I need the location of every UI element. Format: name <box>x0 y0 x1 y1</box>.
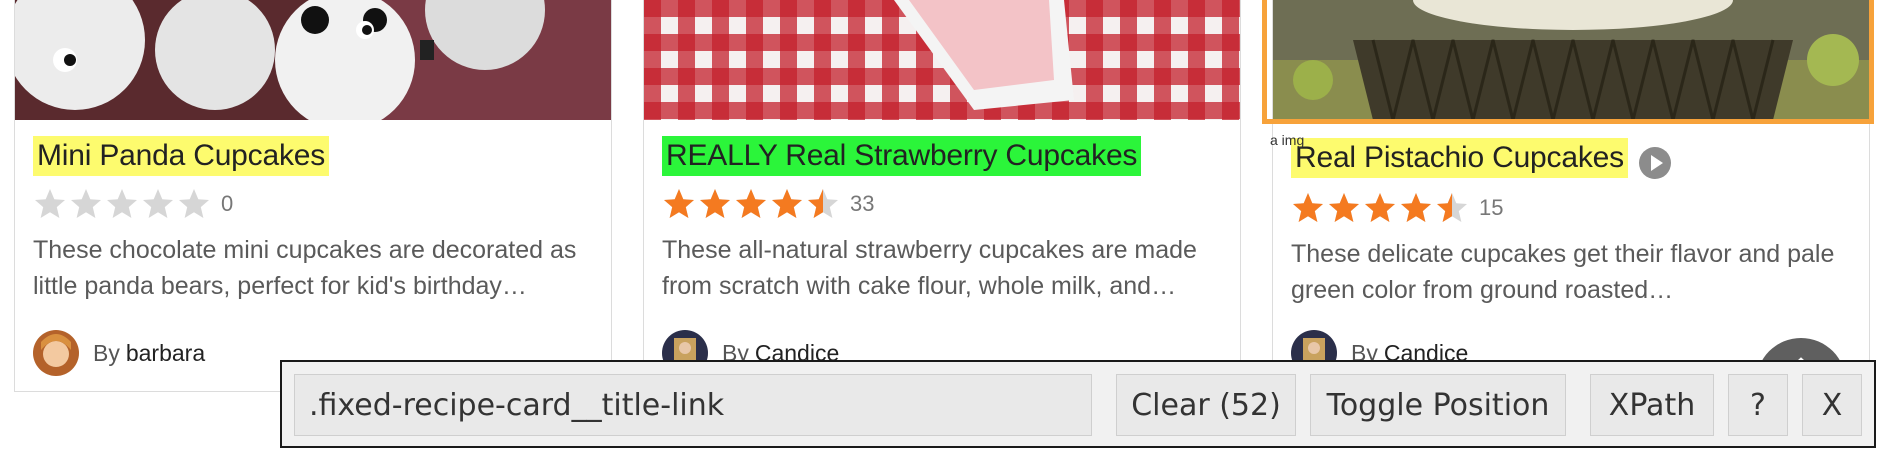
star-filled-icon <box>700 189 730 218</box>
star-empty-icon <box>143 189 173 218</box>
toggle-position-button[interactable]: Toggle Position <box>1310 374 1566 436</box>
star-filled-icon <box>736 189 766 218</box>
star-empty-icon <box>107 189 137 218</box>
star-rating: 33 <box>662 187 874 221</box>
recipe-description: These all-natural strawberry cupcakes ar… <box>662 236 1197 300</box>
panda-cupcakes-image[interactable] <box>15 0 611 120</box>
star-empty-icon <box>35 189 65 218</box>
avatar[interactable] <box>33 330 79 376</box>
rating-count: 15 <box>1479 195 1504 220</box>
close-button[interactable]: X <box>1802 374 1862 436</box>
star-filled-icon <box>1293 193 1323 222</box>
star-half-icon <box>1437 193 1467 222</box>
author-link[interactable]: barbara <box>126 340 205 367</box>
star-filled-icon <box>664 189 694 218</box>
recipe-description: These delicate cupcakes get their flavor… <box>1291 240 1835 304</box>
play-video-icon[interactable] <box>1638 146 1672 180</box>
star-rating: 0 <box>33 187 233 221</box>
recipe-title-link[interactable]: Mini Panda Cupcakes <box>33 136 330 176</box>
css-selector-input[interactable] <box>294 374 1092 436</box>
rating-stars <box>1291 191 1471 225</box>
xpath-button[interactable]: XPath <box>1590 374 1714 436</box>
rating-count: 33 <box>850 191 875 216</box>
pistachio-cupcakes-image[interactable] <box>1273 0 1869 120</box>
star-empty-icon <box>71 189 101 218</box>
recipe-author: By barbara <box>33 330 205 376</box>
star-filled-icon <box>772 189 802 218</box>
by-label: By <box>93 339 120 366</box>
star-filled-icon <box>1329 193 1359 222</box>
star-rating: 15 <box>1291 191 1503 225</box>
clear-button[interactable]: Clear (52) <box>1116 374 1296 436</box>
rating-stars <box>662 187 842 221</box>
selector-toolbar: Clear (52) Toggle Position XPath ? X <box>280 360 1876 448</box>
recipe-card: Real Pistachio Cupcakes 15 These delicat… <box>1272 0 1870 392</box>
recipe-title-link[interactable]: Real Pistachio Cupcakes <box>1291 138 1628 178</box>
recipe-card: Mini Panda Cupcakes 0 These chocolate mi… <box>14 0 612 392</box>
star-filled-icon <box>1365 193 1395 222</box>
rating-stars <box>33 187 213 221</box>
star-filled-icon <box>1401 193 1431 222</box>
rating-count: 0 <box>221 191 234 216</box>
recipe-title-link[interactable]: REALLY Real Strawberry Cupcakes <box>662 136 1142 176</box>
recipe-description: These chocolate mini cupcakes are decora… <box>33 236 577 300</box>
star-empty-icon <box>179 189 209 218</box>
star-half-icon <box>808 189 838 218</box>
element-highlight-label: a img <box>1270 132 1305 148</box>
help-button[interactable]: ? <box>1728 374 1788 436</box>
strawberry-cupcakes-image[interactable] <box>644 0 1240 120</box>
recipe-card: REALLY Real Strawberry Cupcakes 33 These… <box>643 0 1241 392</box>
